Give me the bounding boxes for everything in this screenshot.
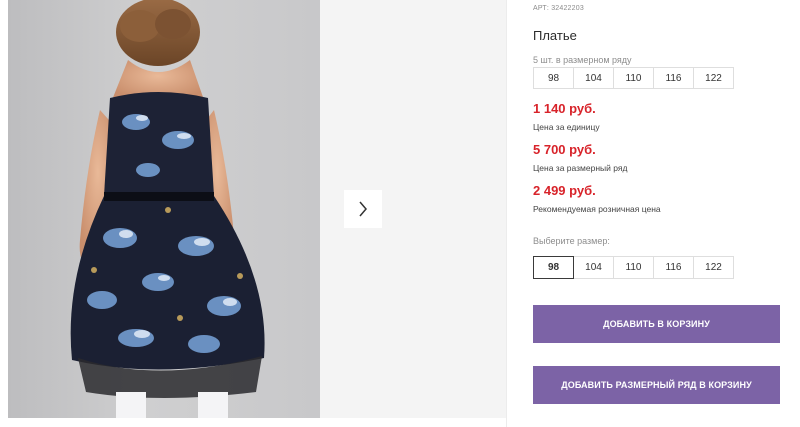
- size-row-price-label: Цена за размерный ряд: [533, 163, 628, 173]
- size-row-price: 5 700 руб.: [533, 142, 596, 157]
- chevron-right-icon: [359, 201, 367, 217]
- article-number: АРТ: 32422203: [533, 5, 584, 12]
- size-selector: 98 104 110 116 122: [533, 256, 734, 279]
- retail-price: 2 499 руб.: [533, 183, 596, 198]
- size-option-122[interactable]: 122: [693, 256, 734, 279]
- choose-size-label: Выберите размер:: [533, 236, 610, 246]
- girl-in-dress-image: [70, 0, 265, 418]
- size-option-98[interactable]: 98: [533, 256, 574, 279]
- size-row: 98 104 110 116 122: [533, 67, 734, 89]
- product-photo: [8, 0, 320, 418]
- size-option-104[interactable]: 104: [573, 256, 614, 279]
- size-row-item: 110: [613, 67, 654, 89]
- retail-price-label: Рекомендуемая розничная цена: [533, 204, 661, 214]
- size-row-item: 122: [693, 67, 734, 89]
- size-option-110[interactable]: 110: [613, 256, 654, 279]
- add-size-row-to-cart-button[interactable]: ДОБАВИТЬ РАЗМЕРНЫЙ РЯД В КОРЗИНУ: [533, 366, 780, 404]
- unit-price: 1 140 руб.: [533, 101, 596, 116]
- unit-price-label: Цена за единицу: [533, 122, 600, 132]
- product-gallery: [0, 0, 507, 427]
- size-row-item: 116: [653, 67, 694, 89]
- product-title: Платье: [533, 28, 577, 43]
- size-row-item: 104: [573, 67, 614, 89]
- add-to-cart-button[interactable]: ДОБАВИТЬ В КОРЗИНУ: [533, 305, 780, 343]
- size-option-116[interactable]: 116: [653, 256, 694, 279]
- size-row-note: 5 шт. в размерном ряду: [533, 55, 632, 65]
- size-row-item: 98: [533, 67, 574, 89]
- next-image-button[interactable]: [344, 190, 382, 228]
